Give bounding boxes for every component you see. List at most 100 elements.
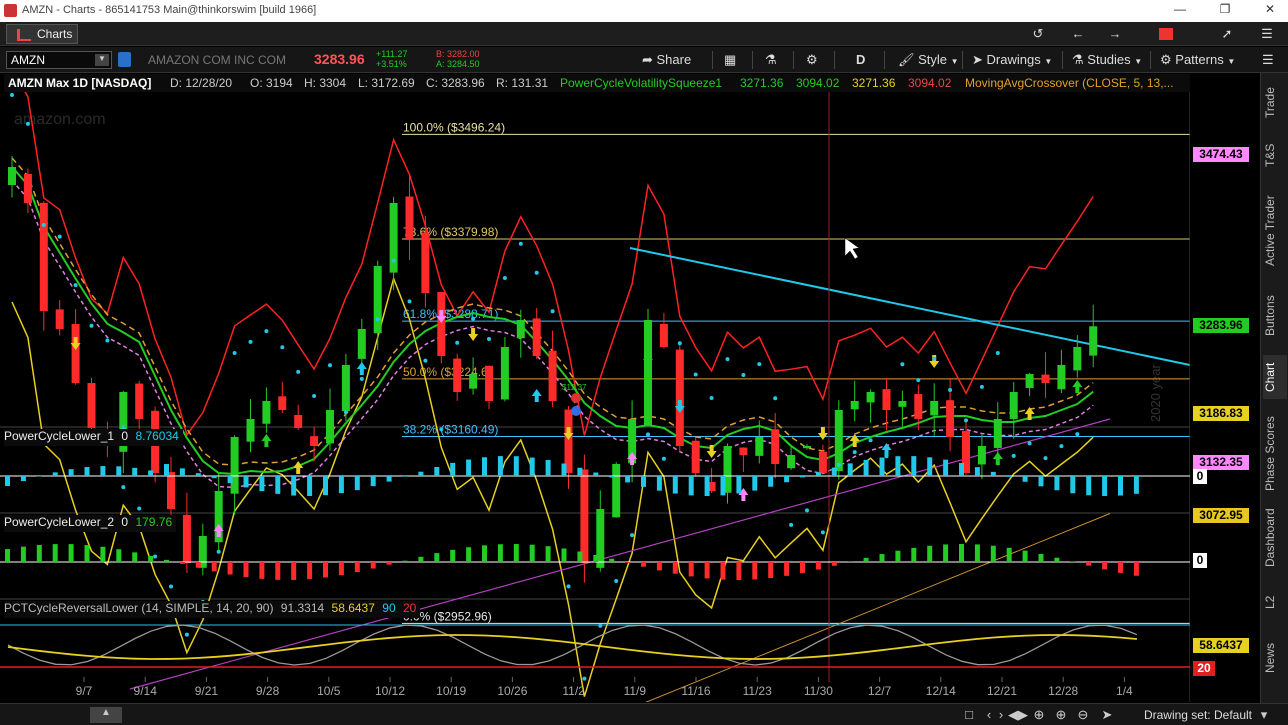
histogram-bar [625, 562, 631, 563]
date-tick-label: 11/16 [681, 684, 710, 698]
sar-dot [693, 372, 698, 377]
time-range-icon[interactable]: ◀▶ [1008, 707, 1028, 723]
color-linking-icon[interactable] [1150, 24, 1182, 44]
collapse-button[interactable]: ▲ [90, 707, 122, 723]
sar-dot [709, 395, 714, 400]
minimize-button[interactable]: — [1165, 2, 1195, 20]
flexible-grid-icon[interactable]: ▦ [724, 50, 736, 70]
sidebar-tab-phase-scores[interactable]: Phase Scores [1263, 409, 1287, 499]
candle-body [1041, 374, 1050, 383]
candle-body [469, 374, 478, 389]
symbol-input[interactable]: AMZN ▼ [6, 51, 112, 69]
histogram-bar [863, 557, 869, 562]
tab-charts[interactable]: Charts [6, 24, 78, 44]
close-button[interactable]: ✕ [1255, 2, 1285, 20]
sidebar-tab-news[interactable]: News [1263, 633, 1287, 683]
pin-icon[interactable]: ➚ [1214, 24, 1240, 44]
sidebar-tab-l-[interactable]: L2 [1263, 581, 1287, 623]
date-tick-label: 12/7 [868, 684, 892, 698]
drawing-set-menu-icon[interactable]: ▾ [1255, 707, 1273, 723]
earnings-marker-icon[interactable] [571, 406, 581, 416]
sidebar-tab-t-s[interactable]: T&S [1263, 135, 1287, 175]
histogram-bar [1102, 562, 1108, 570]
zoom-out-icon[interactable]: ⊖ [1074, 707, 1092, 723]
scroll-box-icon[interactable]: □ [960, 707, 978, 723]
symbol-value: AMZN [11, 53, 45, 67]
crosshair-icon[interactable]: ⊕ [1030, 707, 1048, 723]
sidebar-tab-trade[interactable]: Trade [1263, 83, 1287, 123]
menu-icon[interactable]: ☰ [1254, 24, 1280, 44]
candle-body [787, 455, 796, 469]
sar-dot [89, 323, 94, 328]
histogram-bar [370, 562, 376, 569]
sidebar-tab-active-trader[interactable]: Active Trader [1263, 185, 1287, 277]
candle-body [246, 419, 255, 442]
sidebar-tab-buttons[interactable]: Buttons [1263, 287, 1287, 345]
undo-icon[interactable]: ↺ [1025, 24, 1051, 44]
lower2-value: 179.76 [135, 515, 173, 529]
histogram-bar [132, 467, 138, 476]
maximize-button[interactable]: ❐ [1210, 2, 1240, 20]
sar-dot [964, 418, 968, 423]
chevron-down-icon[interactable]: ▼ [95, 54, 109, 66]
candle-body [23, 173, 32, 203]
sidebar-tab-chart[interactable]: Chart [1263, 355, 1287, 399]
bar-close: C: 3283.96 [426, 76, 485, 90]
lower1-value: 8.76034 [135, 429, 179, 443]
histogram-bar [323, 562, 328, 578]
zoom-in-icon[interactable]: ⊕ [1052, 707, 1070, 723]
chart-menu-icon[interactable]: ☰ [1262, 50, 1274, 70]
symbol-link-icon[interactable] [118, 52, 131, 67]
histogram-bar [529, 457, 535, 476]
candle-body [1009, 392, 1018, 419]
patterns-label: Patterns [1175, 52, 1224, 67]
histogram-bar [20, 546, 26, 562]
sar-dot [1043, 456, 1048, 461]
histogram-bar [450, 462, 456, 476]
histogram-bar [959, 544, 964, 562]
histogram-bar [338, 562, 344, 576]
gear-icon[interactable]: ⚙ [806, 50, 818, 70]
histogram-bar [497, 456, 503, 476]
candle-body [675, 349, 684, 446]
separator [793, 51, 794, 69]
histogram-bar [768, 562, 774, 579]
style-button[interactable]: 🖌 Style ▼ [898, 50, 959, 70]
cursor-mode-icon[interactable]: ➤ [1098, 707, 1116, 723]
flask-icon[interactable]: ⚗ [765, 50, 777, 70]
event-marker-icon[interactable] [571, 393, 581, 403]
histogram-bar [338, 476, 344, 494]
share-button[interactable]: ➦ Share [642, 50, 691, 70]
year-label: 2020 year [1148, 364, 1163, 422]
sar-dot [534, 270, 539, 275]
fib-level-label: 50.0% ($3224.6) [403, 365, 492, 379]
candle-body [278, 396, 287, 410]
sar-dot [614, 578, 619, 583]
sidebar-tab-dashboard[interactable]: Dashboard [1263, 505, 1287, 571]
fibonacci-retracement[interactable]: 100.0% ($3496.24)78.6% ($3379.98)61.8% (… [402, 120, 1190, 624]
sar-dot [582, 676, 587, 681]
studies-button[interactable]: ⚗ Studies ▼ [1072, 50, 1142, 70]
study1-value4: 3094.02 [908, 76, 952, 90]
forward-arrow-icon[interactable]: → [1102, 24, 1128, 44]
window-title: AMZN - Charts - 865141753 Main@thinkorsw… [22, 4, 317, 16]
drawings-button[interactable]: ➤ Drawings ▼ [972, 50, 1052, 70]
sar-dot [312, 394, 317, 399]
back-arrow-icon[interactable]: ← [1065, 24, 1091, 44]
lower3-value2: 58.6437 [331, 601, 375, 615]
company-name: AMAZON COM INC COM [148, 53, 286, 67]
histogram-bar [466, 459, 472, 476]
histogram-bar [577, 467, 583, 476]
buy-arrow-icon [881, 443, 892, 456]
sar-dot [407, 299, 412, 304]
drawing-set-label[interactable]: Drawing set: Default [1144, 708, 1252, 722]
histogram-bar [736, 562, 742, 580]
period-button[interactable]: D [856, 50, 865, 70]
patterns-button[interactable]: ⚙ Patterns ▼ [1160, 50, 1235, 70]
candle-body [341, 365, 350, 412]
histogram-bar [482, 457, 487, 476]
lower3-value4: 20 [402, 601, 417, 615]
histogram-bar [243, 476, 249, 488]
histogram-bar [291, 562, 297, 580]
window-titlebar: AMZN - Charts - 865141753 Main@thinkorsw… [0, 0, 1288, 22]
